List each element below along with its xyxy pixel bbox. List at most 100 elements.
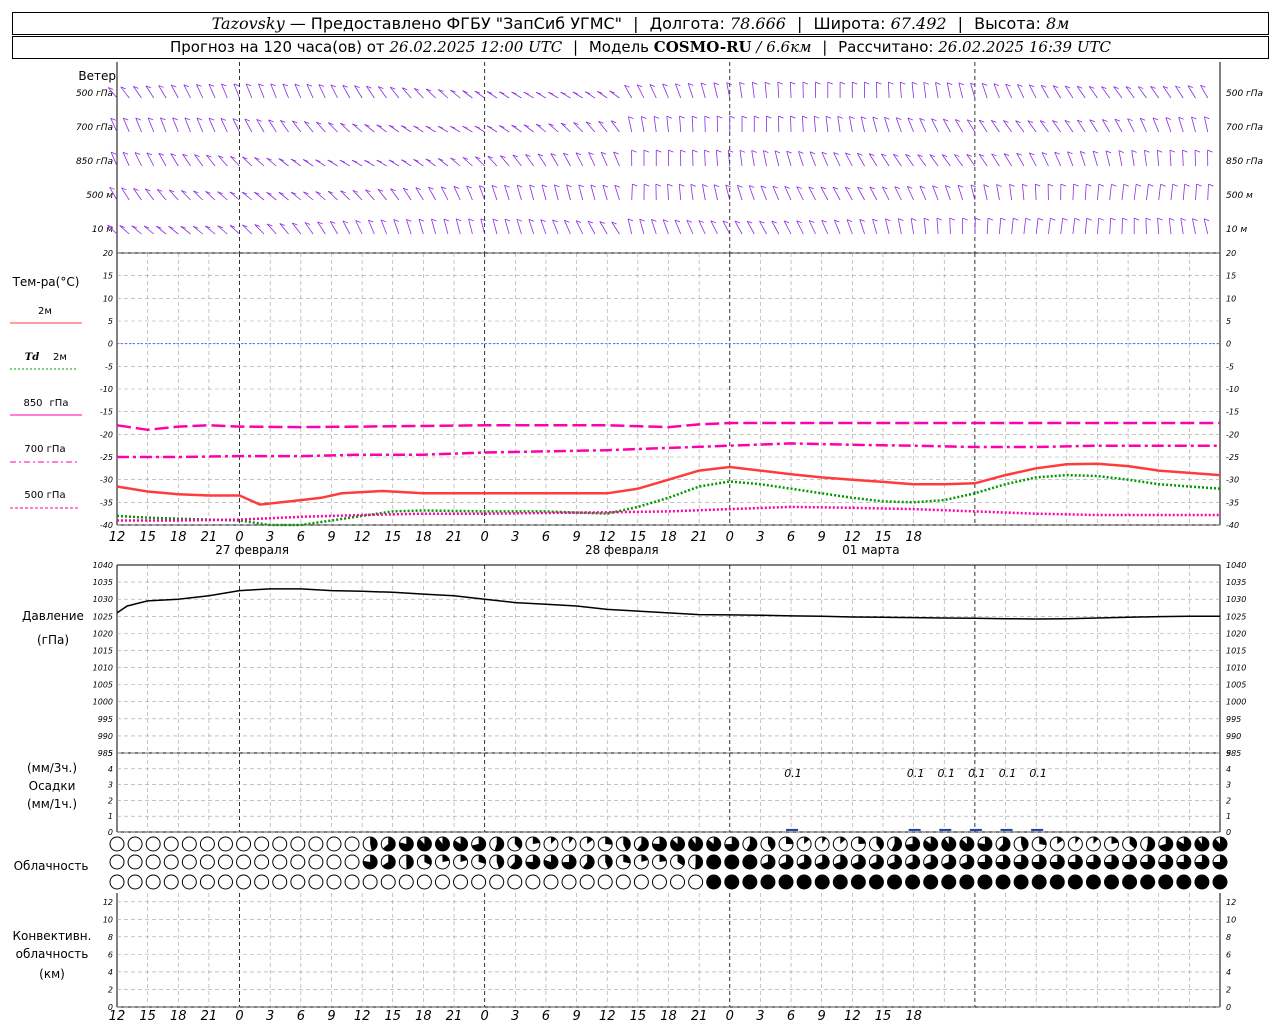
wind-barb [802,116,804,133]
wind-barb-feather [702,184,708,187]
precip-bar [786,828,799,831]
wind-barb-feather [1022,183,1028,187]
wind-barb [691,116,694,133]
cloud-symbol-fill [706,875,721,889]
wind-barb [1182,150,1184,167]
cloud-symbol [127,854,143,870]
precipitation-panel: 5 5 4 4 3 3 2 2 1 1 0 0 0.1 0.1 0.1 0.1 0.1 0.1 [108,749,1231,837]
wind-barb [431,218,437,235]
wind-barb [266,192,277,201]
wind-barb [1009,184,1013,201]
wind-barb [666,116,669,133]
cloud-symbol-fill [996,875,1011,889]
cloud-symbol [525,874,541,890]
wind-barb [528,219,535,235]
wind-barb [627,218,633,235]
wind-barb [983,184,988,201]
wind-barb [690,184,694,201]
wind-barb [986,218,989,235]
cloud-symbol [236,836,252,852]
wind-barb [931,118,939,133]
wind-barb [443,218,449,235]
wind-barb [739,82,743,99]
wind-barb [278,191,289,201]
conv-x-tick: 3 [511,1009,519,1024]
wind-barb [919,185,927,201]
temp-ytick-right: 5 [1226,317,1231,326]
cloud-symbol [344,854,360,870]
temp-x-tick: 21 [691,530,708,545]
precip-ytick-right: 1 [1226,812,1231,821]
wind-barb-feather [802,115,808,119]
wind-barb [872,116,878,133]
cloud-symbol-fill [532,837,540,844]
wind-barb [1146,184,1149,201]
wind-level-label-right: 850 гПа [1226,157,1263,167]
wind-barb [425,88,436,99]
cloud-symbol [326,874,342,890]
wind-level-label-right: 500 гПа [1226,89,1263,99]
temp-x-tick: 0 [481,530,489,545]
wind-barb [217,191,228,201]
cloud-symbol-fill [833,875,848,889]
wind-barb-feather [766,115,772,119]
wind-barb [1060,218,1064,235]
temp-x-tick: 18 [905,530,922,545]
wind-barb [254,224,265,235]
cloud-symbol [507,874,523,890]
wind-barb-feather [1182,149,1188,153]
precip-ytick-left: 1 [108,812,113,821]
precip-ytick-left: 2 [108,796,113,805]
precip-bar [1000,828,1013,831]
precip-ytick-left: 3 [108,781,113,790]
wind-barb [796,220,804,235]
wind-barb [798,151,804,167]
wind-barb [713,184,718,201]
cloud-symbol-fill [659,854,667,862]
conv-ytick-left: 8 [108,933,113,942]
temp-x-tick: 0 [726,530,734,545]
wind-barb [535,123,547,133]
wind-barb [762,150,767,167]
pressure-ytick-right: 990 [1226,732,1241,741]
wind-barb [860,116,865,133]
wind-barb [560,122,571,133]
wind-level-label-left: 850 гПа [76,157,113,167]
temp-x-tick: 6 [787,530,795,545]
cloud-symbol [181,874,197,890]
wind-barb-feather [837,116,843,119]
wind-barb [849,116,853,133]
wind-barb [242,224,253,235]
wind-barb-feather [1145,217,1152,221]
wind-barb [906,186,914,201]
temp-ytick-left: -25 [100,453,113,462]
wind-barb-feather [839,81,846,85]
wind-barb-feather [1157,217,1163,221]
temp-x-tick: 9 [572,530,580,545]
wind-barb [1011,218,1014,235]
wind-barb [649,84,657,99]
precip-value-label: 0.1 [968,767,986,780]
wind-barb [516,219,522,235]
wind-barb-feather [641,116,647,119]
temp-ytick-right: -35 [1226,498,1239,507]
wind-barb [777,82,780,99]
cloud-symbol-fill [1032,875,1047,889]
wind-barb [957,185,964,201]
wind-barb-feather [704,115,710,119]
temp-ytick-right: 10 [1226,294,1236,303]
pressure-ytick-right: 995 [1226,715,1241,724]
wind-barb [636,84,645,99]
wind-barb-feather [679,115,685,119]
wind-barb-feather [739,82,745,85]
wind-barb-feather [987,217,994,221]
temp-ytick-right: 0 [1226,340,1231,349]
conv-x-tick: 21 [691,1009,708,1024]
wind-barb [440,186,449,201]
wind-barb-feather [962,217,968,221]
temp-ytick-left: -20 [100,430,113,439]
pressure-ytick-left: 1025 [93,612,113,621]
wind-barb [1192,218,1196,235]
wind-barb [1178,117,1184,133]
temp-ytick-left: -30 [100,476,113,485]
